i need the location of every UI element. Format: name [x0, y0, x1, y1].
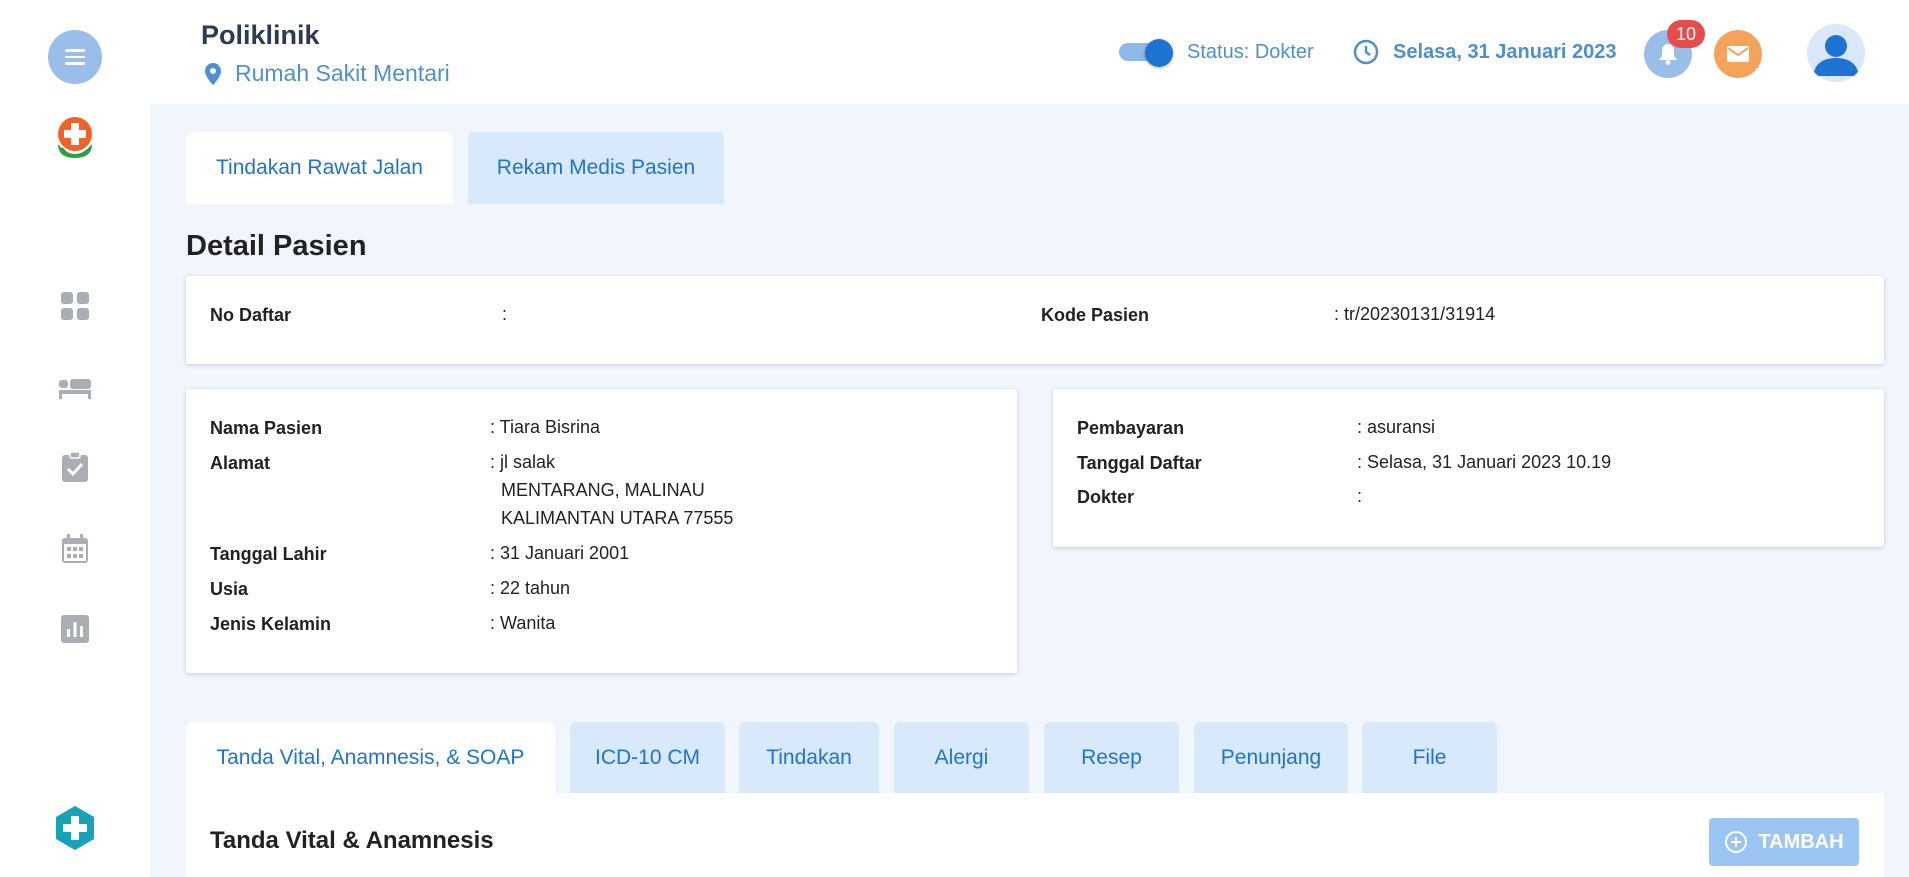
header: Poliklinik Rumah Sakit Mentari Status: D…: [150, 0, 1909, 104]
alamat-line: KALIMANTAN UTARA 77555: [501, 508, 734, 528]
plus-circle-icon: [1725, 831, 1748, 853]
tanggal-lahir-label: Tanggal Lahir: [210, 544, 327, 564]
date-text: Selasa, 31 Januari 2023: [1393, 40, 1617, 63]
add-button[interactable]: TAMBAH: [1709, 818, 1859, 866]
no-daftar-value: :: [502, 304, 508, 324]
status-toggle[interactable]: [1119, 39, 1173, 67]
mail-icon[interactable]: [1714, 30, 1762, 78]
sidebar: [0, 0, 150, 877]
vital-anamnesis-title: Tanda Vital & Anamnesis: [210, 827, 494, 854]
calendar-icon[interactable]: [59, 533, 91, 565]
dashboard-icon[interactable]: [59, 290, 91, 322]
no-daftar-label: No Daftar: [210, 305, 292, 325]
tab-icd-10-cm[interactable]: ICD-10 CM: [570, 722, 725, 794]
location-name: Rumah Sakit Mentari: [235, 60, 450, 86]
usia-label: Usia: [210, 579, 249, 599]
tab-resep[interactable]: Resep: [1044, 722, 1179, 794]
tanggal-daftar-value: : Selasa, 31 Januari 2023 10.19: [1357, 452, 1612, 472]
alamat-line: MENTARANG, MALINAU: [501, 480, 705, 500]
alamat-value: : jl salak MENTARANG, MALINAU KALIMANTAN…: [490, 448, 733, 532]
tanggal-daftar-label: Tanggal Daftar: [1077, 453, 1202, 473]
dokter-label: Dokter: [1077, 487, 1135, 507]
tab-rekam-medis-pasien[interactable]: Rekam Medis Pasien: [468, 132, 724, 204]
jenis-kelamin-label: Jenis Kelamin: [210, 614, 332, 634]
alamat-label: Alamat: [210, 453, 271, 473]
vital-anamnesis-card: Tanda Vital & Anamnesis TAMBAH: [186, 793, 1884, 877]
tanggal-lahir-value: : 31 Januari 2001: [490, 543, 630, 563]
tab-penunjang[interactable]: Penunjang: [1194, 722, 1348, 794]
tab-file[interactable]: File: [1362, 722, 1497, 794]
usia-value: : 22 tahun: [490, 578, 571, 598]
kode-pasien-value: : tr/20230131/31914: [1334, 304, 1496, 324]
clock-icon: [1353, 39, 1379, 65]
add-button-label: TAMBAH: [1758, 830, 1844, 853]
app-title: Poliklinik: [201, 20, 320, 50]
bed-icon[interactable]: [59, 372, 91, 404]
nama-pasien-value: : Tiara Bisrina: [490, 417, 601, 437]
location-pin-icon: [205, 62, 221, 85]
user-avatar-icon[interactable]: [1807, 24, 1865, 82]
nama-pasien-label: Nama Pasien: [210, 418, 323, 438]
registration-number-card: No Daftar : Kode Pasien : tr/20230131/31…: [186, 276, 1884, 364]
date-display: Selasa, 31 Januari 2023: [1353, 39, 1617, 65]
tab-tindakan[interactable]: Tindakan: [739, 722, 879, 794]
patient-info-card: Nama Pasien : Tiara Bisrina Alamat : jl …: [186, 389, 1017, 673]
alamat-line: : jl salak: [490, 452, 556, 472]
page-title: Detail Pasien: [186, 230, 367, 262]
pembayaran-label: Pembayaran: [1077, 418, 1185, 438]
notification-badge: 10: [1667, 20, 1705, 48]
pembayaran-value: : asuransi: [1357, 417, 1436, 437]
registration-info-card: Pembayaran : asuransi Tanggal Daftar : S…: [1053, 389, 1884, 547]
tab-tanda-vital[interactable]: Tanda Vital, Anamnesis, & SOAP: [186, 722, 555, 794]
tab-alergi[interactable]: Alergi: [894, 722, 1029, 794]
app-logo-icon: [53, 804, 97, 852]
location: Rumah Sakit Mentari: [205, 60, 450, 87]
clipboard-check-icon[interactable]: [59, 451, 91, 483]
jenis-kelamin-value: : Wanita: [490, 613, 556, 633]
chart-icon[interactable]: [59, 613, 91, 645]
dokter-value: :: [1357, 486, 1363, 506]
menu-icon[interactable]: [48, 30, 102, 84]
kode-pasien-label: Kode Pasien: [1041, 305, 1150, 325]
hospital-logo[interactable]: [52, 114, 98, 160]
status-text: Status: Dokter: [1187, 41, 1314, 63]
tab-tindakan-rawat-jalan[interactable]: Tindakan Rawat Jalan: [186, 132, 453, 204]
